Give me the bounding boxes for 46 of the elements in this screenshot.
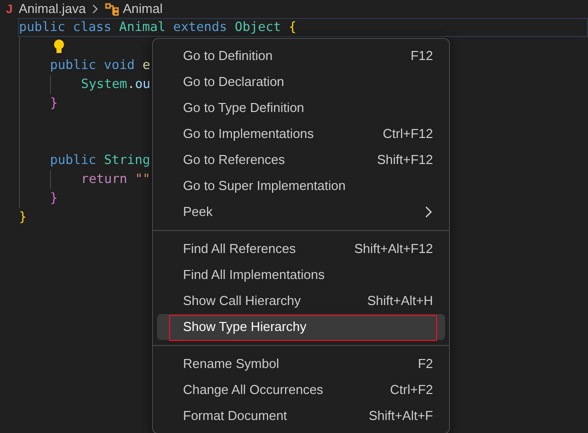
class-icon bbox=[104, 2, 119, 16]
menu-item[interactable]: Change All Occurrences Ctrl+F2 bbox=[157, 377, 445, 403]
code-token: Object bbox=[234, 18, 282, 37]
menu-item[interactable]: Go to Definition F12 bbox=[157, 43, 445, 69]
menu-item[interactable]: Peek bbox=[157, 199, 445, 225]
code-token: } bbox=[50, 190, 58, 208]
code-token: ou bbox=[134, 76, 150, 94]
shortcut-label: Shift+Alt+F bbox=[368, 407, 433, 426]
chevron-right-icon bbox=[425, 206, 433, 218]
menu-item[interactable]: Format Document Shift+Alt+F bbox=[157, 403, 445, 429]
shortcut-label: Ctrl+F12 bbox=[382, 125, 433, 144]
code-token: { bbox=[288, 18, 296, 37]
menu-item[interactable]: Go to Declaration bbox=[157, 69, 445, 95]
menu-item[interactable]: Rename Symbol F2 bbox=[157, 351, 445, 377]
menu-item[interactable]: Find All Implementations bbox=[157, 262, 445, 288]
code-token: return bbox=[81, 170, 128, 189]
code-token: } bbox=[50, 94, 58, 113]
java-file-icon: J bbox=[6, 3, 13, 15]
code-token: . bbox=[127, 76, 135, 94]
code-token: e bbox=[142, 56, 150, 75]
code-token: extends bbox=[173, 18, 228, 37]
code-token: } bbox=[19, 208, 27, 227]
shortcut-label: F2 bbox=[418, 355, 433, 374]
code-token: String bbox=[104, 152, 150, 170]
shortcut-label: Shift+Alt+F12 bbox=[354, 240, 433, 258]
code-token: public class bbox=[19, 18, 112, 37]
menu-item[interactable]: Go to Implementations Ctrl+F12 bbox=[157, 121, 445, 147]
shortcut-label: Shift+Alt+H bbox=[367, 292, 433, 310]
menu-item[interactable]: Go to Super Implementation bbox=[157, 173, 445, 199]
menu-item[interactable]: Show Call Hierarchy Shift+Alt+H bbox=[157, 288, 445, 314]
breadcrumb-item[interactable]: Animal.java bbox=[18, 0, 86, 19]
code-token: public bbox=[50, 152, 98, 170]
code-token: System bbox=[81, 76, 128, 94]
shortcut-label: F12 bbox=[410, 47, 433, 66]
code-token: "" bbox=[134, 170, 150, 189]
breadcrumb-item[interactable]: Animal bbox=[122, 0, 163, 19]
chevron-right-icon bbox=[92, 4, 99, 14]
menu-item[interactable]: Go to References Shift+F12 bbox=[157, 147, 445, 173]
menu-item[interactable]: Go to Type Definition bbox=[157, 95, 445, 121]
menu-item[interactable]: Show Type Hierarchy bbox=[157, 314, 445, 340]
code-token: Animal bbox=[119, 18, 166, 37]
menu-item[interactable]: Find All References Shift+Alt+F12 bbox=[157, 236, 445, 262]
code-token: public void bbox=[50, 56, 136, 75]
shortcut-label: Ctrl+F2 bbox=[390, 381, 433, 400]
shortcut-label: Shift+F12 bbox=[376, 151, 433, 170]
lightbulb-icon[interactable] bbox=[53, 39, 65, 54]
